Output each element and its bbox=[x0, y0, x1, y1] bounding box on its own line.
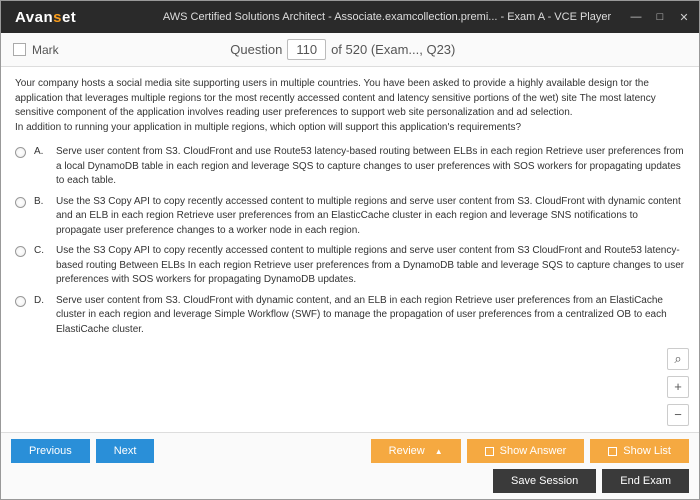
zoom-in-icon[interactable]: + bbox=[667, 376, 689, 398]
zoom-out-icon[interactable]: − bbox=[667, 404, 689, 426]
option-label: C. bbox=[34, 244, 48, 259]
app-window: Avanset AWS Certified Solutions Architec… bbox=[0, 0, 700, 500]
window-title: AWS Certified Solutions Architect - Asso… bbox=[147, 11, 627, 23]
options-list: A. Serve user content from S3. CloudFron… bbox=[15, 145, 685, 337]
question-number: 110 bbox=[287, 39, 326, 60]
end-exam-button[interactable]: End Exam bbox=[602, 469, 689, 493]
question-total: of 520 (Exam..., Q23) bbox=[331, 42, 455, 57]
option-a[interactable]: A. Serve user content from S3. CloudFron… bbox=[15, 145, 685, 189]
option-label: D. bbox=[34, 294, 48, 309]
review-label: Review bbox=[389, 445, 425, 457]
radio-icon[interactable] bbox=[15, 246, 26, 257]
titlebar: Avanset AWS Certified Solutions Architec… bbox=[1, 1, 699, 33]
option-c[interactable]: C. Use the S3 Copy API to copy recently … bbox=[15, 244, 685, 288]
option-label: B. bbox=[34, 195, 48, 210]
next-button[interactable]: Next bbox=[96, 439, 155, 463]
window-controls: — □ ✕ bbox=[627, 9, 693, 25]
option-text: Serve user content from S3. CloudFront a… bbox=[56, 145, 685, 189]
option-text: Serve user content from S3. CloudFront w… bbox=[56, 294, 685, 338]
square-icon bbox=[485, 447, 494, 456]
footer-row-1: Previous Next Review ▲ Show Answer Show … bbox=[11, 439, 689, 463]
question-text: Your company hosts a social media site s… bbox=[15, 77, 685, 135]
logo-text-accent: s bbox=[53, 9, 62, 26]
app-logo: Avanset bbox=[7, 9, 147, 26]
question-header: Mark Question 110 of 520 (Exam..., Q23) bbox=[1, 33, 699, 67]
question-paragraph-1: Your company hosts a social media site s… bbox=[15, 77, 685, 121]
minimize-icon[interactable]: — bbox=[627, 9, 645, 25]
show-list-button[interactable]: Show List bbox=[590, 439, 689, 463]
mark-toggle[interactable]: Mark bbox=[13, 43, 59, 57]
option-text: Use the S3 Copy API to copy recently acc… bbox=[56, 195, 685, 239]
option-label: A. bbox=[34, 145, 48, 160]
radio-icon[interactable] bbox=[15, 197, 26, 208]
show-answer-button[interactable]: Show Answer bbox=[467, 439, 585, 463]
option-d[interactable]: D. Serve user content from S3. CloudFron… bbox=[15, 294, 685, 338]
save-session-button[interactable]: Save Session bbox=[493, 469, 596, 493]
square-icon bbox=[608, 447, 617, 456]
mark-checkbox-icon[interactable] bbox=[13, 43, 26, 56]
question-label: Question bbox=[230, 42, 282, 57]
review-button[interactable]: Review ▲ bbox=[371, 439, 461, 463]
option-b[interactable]: B. Use the S3 Copy API to copy recently … bbox=[15, 195, 685, 239]
question-counter: Question 110 of 520 (Exam..., Q23) bbox=[59, 39, 627, 60]
radio-icon[interactable] bbox=[15, 147, 26, 158]
content-area: Your company hosts a social media site s… bbox=[1, 67, 699, 432]
logo-text-pre: Avan bbox=[15, 9, 53, 26]
footer: Previous Next Review ▲ Show Answer Show … bbox=[1, 432, 699, 499]
close-icon[interactable]: ✕ bbox=[675, 9, 693, 25]
show-list-label: Show List bbox=[623, 445, 671, 457]
radio-icon[interactable] bbox=[15, 296, 26, 307]
chevron-up-icon: ▲ bbox=[435, 447, 443, 456]
show-answer-label: Show Answer bbox=[500, 445, 567, 457]
option-text: Use the S3 Copy API to copy recently acc… bbox=[56, 244, 685, 288]
question-paragraph-2: In addition to running your application … bbox=[15, 121, 685, 136]
footer-row-2: Save Session End Exam bbox=[11, 469, 689, 493]
maximize-icon[interactable]: □ bbox=[651, 9, 669, 25]
previous-button[interactable]: Previous bbox=[11, 439, 90, 463]
search-icon[interactable]: ⌕ bbox=[667, 348, 689, 370]
logo-text-post: et bbox=[62, 9, 76, 26]
mark-label: Mark bbox=[32, 43, 59, 57]
zoom-controls: ⌕ + − bbox=[667, 348, 689, 426]
